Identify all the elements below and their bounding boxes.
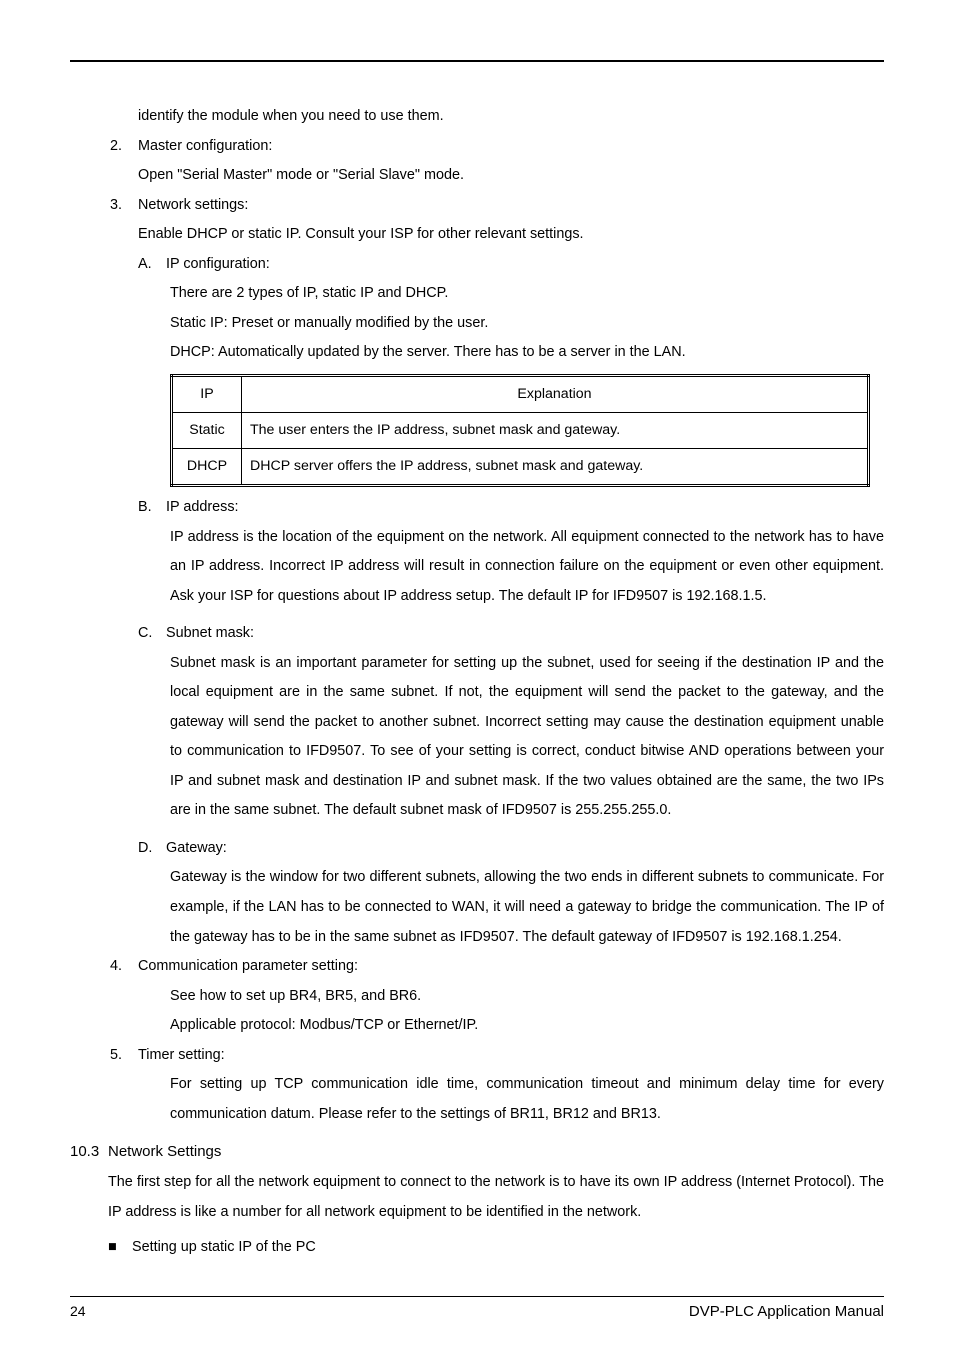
item-2-title: Master configuration: <box>138 132 884 162</box>
manual-title: DVP-PLC Application Manual <box>689 1303 884 1320</box>
item-2: 2. Master configuration: <box>70 132 884 162</box>
sub-d-title: Gateway: <box>166 834 884 864</box>
para-identify: identify the module when you need to use… <box>70 102 884 132</box>
item-5-num: 5. <box>110 1041 138 1071</box>
sub-a-let: A. <box>138 250 166 280</box>
sub-b: B. IP address: <box>70 493 884 523</box>
item-2-num: 2. <box>110 132 138 162</box>
square-bullet-icon: ■ <box>108 1233 132 1263</box>
sub-d: D. Gateway: <box>70 834 884 864</box>
sub-a-l2: Static IP: Preset or manually modified b… <box>70 309 884 339</box>
section-num: 10.3 <box>70 1137 108 1168</box>
th-ip: IP <box>172 375 242 412</box>
sub-c: C. Subnet mask: <box>70 619 884 649</box>
td-dhcp-exp: DHCP server offers the IP address, subne… <box>242 449 869 486</box>
sub-c-body: Subnet mask is an important parameter fo… <box>70 649 884 826</box>
item-4-num: 4. <box>110 952 138 982</box>
section-heading: 10.3 Network Settings <box>70 1137 884 1168</box>
item-2-line: Open "Serial Master" mode or "Serial Sla… <box>70 161 884 191</box>
header-rule <box>70 60 884 62</box>
bullet-text: Setting up static IP of the PC <box>132 1233 316 1263</box>
sub-d-body: Gateway is the window for two different … <box>70 863 884 952</box>
bullet-item: ■ Setting up static IP of the PC <box>70 1233 884 1263</box>
sub-b-title: IP address: <box>166 493 884 523</box>
item-5: 5. Timer setting: <box>70 1041 884 1071</box>
sub-c-let: C. <box>138 619 166 649</box>
page-footer: 24 DVP-PLC Application Manual <box>70 1296 884 1320</box>
td-dhcp: DHCP <box>172 449 242 486</box>
item-4-l2: Applicable protocol: Modbus/TCP or Ether… <box>70 1011 884 1041</box>
td-static-exp: The user enters the IP address, subnet m… <box>242 412 869 448</box>
item-3-title: Network settings: <box>138 191 884 221</box>
th-exp: Explanation <box>242 375 869 412</box>
item-5-title: Timer setting: <box>138 1041 884 1071</box>
sub-a-l3: DHCP: Automatically updated by the serve… <box>70 338 884 368</box>
td-static: Static <box>172 412 242 448</box>
item-5-body: For setting up TCP communication idle ti… <box>70 1070 884 1129</box>
sub-b-let: B. <box>138 493 166 523</box>
sub-a-l1: There are 2 types of IP, static IP and D… <box>70 279 884 309</box>
sub-a-title: IP configuration: <box>166 250 884 280</box>
item-4: 4. Communication parameter setting: <box>70 952 884 982</box>
sub-a: A. IP configuration: <box>70 250 884 280</box>
section-title: Network Settings <box>108 1137 221 1168</box>
page-number: 24 <box>70 1303 86 1320</box>
page-content: identify the module when you need to use… <box>70 102 884 1263</box>
item-3-num: 3. <box>110 191 138 221</box>
section-intro: The first step for all the network equip… <box>70 1168 884 1227</box>
item-3: 3. Network settings: <box>70 191 884 221</box>
ip-table: IP Explanation Static The user enters th… <box>170 374 870 487</box>
item-4-l1: See how to set up BR4, BR5, and BR6. <box>70 982 884 1012</box>
sub-b-body: IP address is the location of the equipm… <box>70 523 884 612</box>
sub-c-title: Subnet mask: <box>166 619 884 649</box>
sub-d-let: D. <box>138 834 166 864</box>
footer-rule <box>70 1296 884 1297</box>
item-3-line: Enable DHCP or static IP. Consult your I… <box>70 220 884 250</box>
item-4-title: Communication parameter setting: <box>138 952 884 982</box>
